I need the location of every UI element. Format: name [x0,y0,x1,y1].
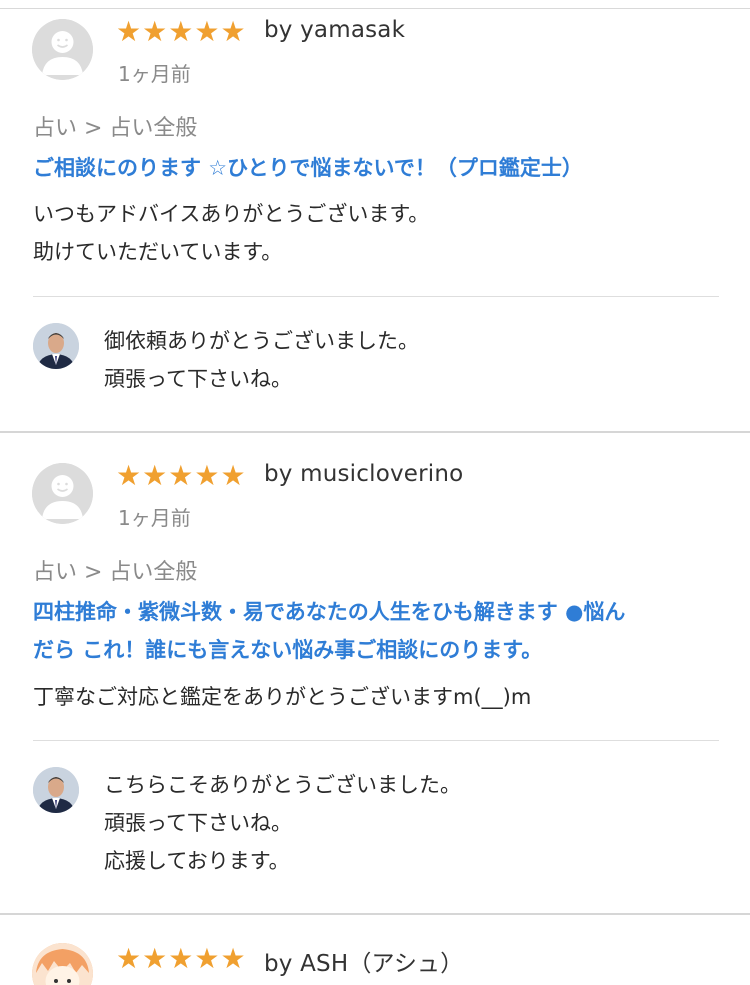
seller-avatar-photo[interactable] [33,323,79,369]
star-icon: ★ [220,459,246,492]
star-icon: ★ [168,942,194,975]
star-icon: ★ [142,15,168,48]
rating-stars: ★ ★ ★ ★ ★ [116,18,246,46]
rating-stars: ★ ★ ★ ★ ★ [116,462,246,490]
reply-line: 応援しております。 [104,849,290,873]
review-item: ★ ★ ★ ★ ★ by musicloverino 1ヶ月前 占い > 占い全… [0,433,750,915]
user-avatar-illustration[interactable] [32,943,93,985]
service-title-line: 四柱推命・紫微斗数・易であなたの人生をひも解きます ●悩ん [33,600,626,624]
star-icon: ★ [116,459,142,492]
star-icon: ★ [116,15,142,48]
comment-line: 助けていただいています。 [33,240,283,264]
reviewer-name[interactable]: by musicloverino [264,461,463,487]
star-icon: ★ [194,15,220,48]
seller-avatar-photo[interactable] [33,767,79,813]
star-icon: ★ [168,15,194,48]
reviewer-name[interactable]: by ASH（アシュ） [264,944,463,978]
seller-reply: 御依頼ありがとうございました。 頑張って下さいね。 [104,322,704,398]
category-breadcrumb[interactable]: 占い > 占い全般 [33,554,197,586]
star-icon: ★ [220,942,246,975]
review-item: ★ ★ ★ ★ ★ by yamasak 1ヶ月前 占い > 占い全般 ご相談に… [0,0,750,433]
comment-line: いつもアドバイスありがとうございます。 [33,202,430,226]
star-icon: ★ [142,459,168,492]
review-date: 1ヶ月前 [118,506,191,530]
reviewer-name[interactable]: by yamasak [264,17,405,43]
reply-line: 頑張って下さいね。 [104,367,292,391]
reply-line: こちらこそありがとうございました。 [104,773,461,797]
review-date: 1ヶ月前 [118,62,191,86]
service-title-link[interactable]: 四柱推命・紫微斗数・易であなたの人生をひも解きます ●悩ん だら これ！誰にも言… [33,593,723,669]
star-icon: ★ [194,459,220,492]
review-comment: いつもアドバイスありがとうございます。 助けていただいています。 [33,195,723,271]
star-icon: ★ [220,15,246,48]
reply-line: 頑張って下さいね。 [104,811,292,835]
reply-divider [33,740,719,741]
star-icon: ★ [142,942,168,975]
category-breadcrumb[interactable]: 占い > 占い全般 [33,110,197,142]
service-title-link[interactable]: ご相談にのります ☆ひとりで悩まないで！（プロ鑑定士） [33,149,723,187]
service-title-line: だら これ！誰にも言えない悩み事ご相談にのります。 [33,638,543,662]
default-avatar-icon[interactable] [32,463,93,524]
comment-line: 丁寧なご対応と鑑定をありがとうございますm(__)m [33,685,532,709]
review-item: ★ ★ ★ ★ ★ by ASH（アシュ） [0,915,750,985]
reply-divider [33,296,719,297]
star-icon: ★ [168,459,194,492]
seller-reply: こちらこそありがとうございました。 頑張って下さいね。 応援しております。 [104,766,704,880]
review-comment: 丁寧なご対応と鑑定をありがとうございますm(__)m [33,678,723,716]
star-icon: ★ [194,942,220,975]
reply-line: 御依頼ありがとうございました。 [104,329,419,353]
default-avatar-icon[interactable] [32,19,93,80]
star-icon: ★ [116,942,142,975]
rating-stars: ★ ★ ★ ★ ★ [116,945,246,973]
